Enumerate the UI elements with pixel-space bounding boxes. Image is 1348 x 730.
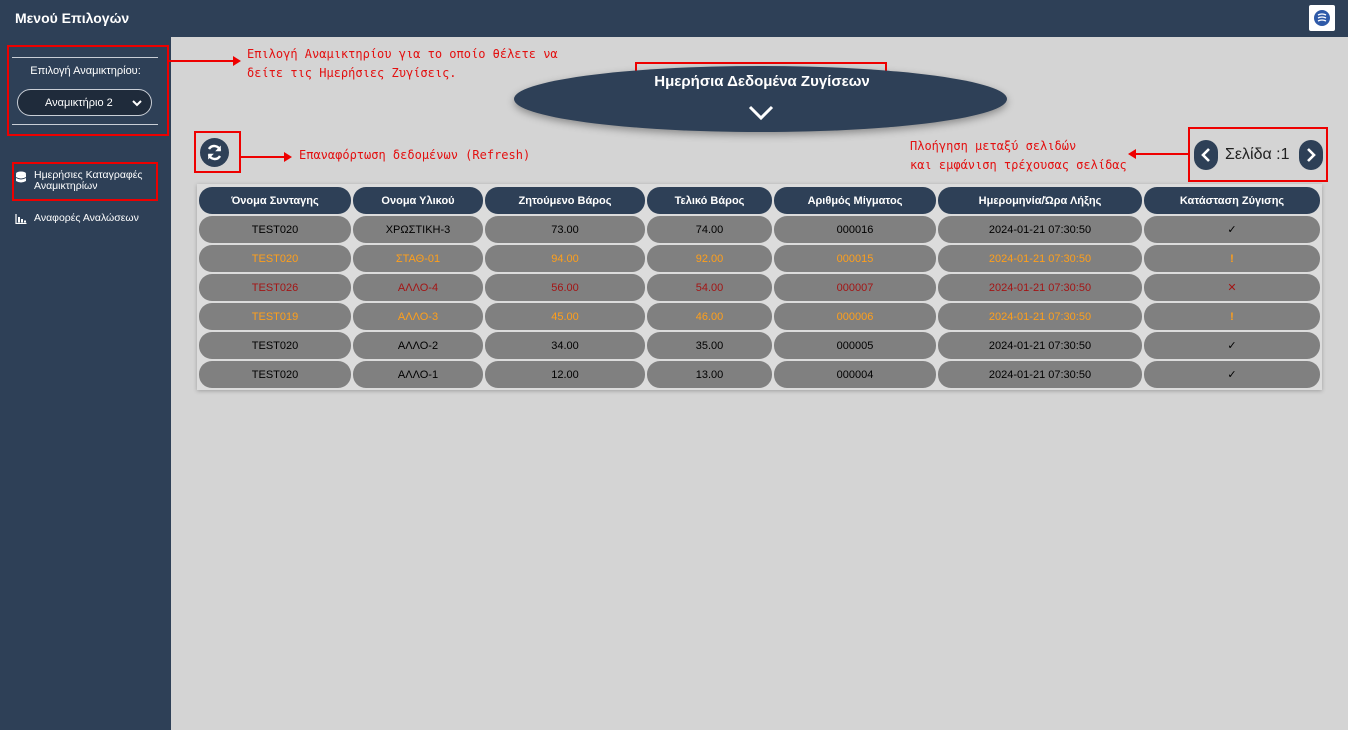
app-title: Μενού Επιλογών [15,10,130,26]
table-cell: ΑΛΛΟ-2 [353,332,483,359]
next-page-button[interactable] [1299,140,1323,170]
status-warning-icon: ! [1144,245,1320,272]
page-indicator: Σελίδα :1 [1225,146,1290,163]
status-ok-icon: ✓ [1144,361,1320,388]
annotation-paging-line2: και εμφάνιση τρέχουσας σελίδας [910,158,1127,172]
table-cell: 2024-01-21 07:30:50 [938,361,1142,388]
table-cell: 2024-01-21 07:30:50 [938,274,1142,301]
table-cell: 92.00 [647,245,772,272]
column-header-weighing-status: Κατάσταση Ζύγισης [1144,187,1320,214]
table-cell: 000005 [774,332,936,359]
status-error-icon: ✕ [1144,274,1320,301]
prev-page-button[interactable] [1194,140,1218,170]
table-cell: 2024-01-21 07:30:50 [938,245,1142,272]
table-cell: 74.00 [647,216,772,243]
table-cell: 000007 [774,274,936,301]
column-header-final-weight: Τελικό Βάρος [647,187,772,214]
table-cell: 000006 [774,303,936,330]
column-header-requested-weight: Ζητούμενο Βάρος [485,187,645,214]
annotation-arrow-right [169,56,241,66]
table-cell: 2024-01-21 07:30:50 [938,332,1142,359]
table-cell: 56.00 [485,274,645,301]
table-cell: ΑΛΛΟ-3 [353,303,483,330]
table-cell: 34.00 [485,332,645,359]
refresh-button[interactable] [200,138,229,167]
column-header-recipe-name: Όνομα Συνταγης [199,187,351,214]
table-cell: 000016 [774,216,936,243]
table-cell: 000004 [774,361,936,388]
table-cell: TEST020 [199,245,351,272]
table-cell: ΧΡΩΣΤΙΚΗ-3 [353,216,483,243]
table-cell: 45.00 [485,303,645,330]
table-cell: TEST020 [199,361,351,388]
annotation-arrow-left [1128,149,1188,159]
table-cell: 46.00 [647,303,772,330]
sidebar-item-consumption-reports[interactable]: Αναφορές Αναλώσεων [14,213,139,224]
top-bar: Μενού Επιλογών [0,0,1348,37]
table-cell: TEST020 [199,216,351,243]
annotation-select-line2: δείτε τις Ημερήσιες Ζυγίσεις. [247,66,457,80]
status-ok-icon: ✓ [1144,216,1320,243]
refresh-icon [207,144,222,161]
highlight-box-mixer-select [7,45,169,136]
sidebar: Επιλογή Αναμικτηρίου: Αναμικτήριο 2 Ημερ… [0,37,171,730]
table-cell: ΑΛΛΟ-1 [353,361,483,388]
table-cell: 000015 [774,245,936,272]
table-cell: ΣΤΑΘ-01 [353,245,483,272]
page-title: Ημερήσια Δεδομένα Ζυγίσεων [654,72,870,90]
table-cell: 35.00 [647,332,772,359]
column-header-end-datetime: Ημερομηνία/Ώρα Λήξης [938,187,1142,214]
chevron-down-icon[interactable] [748,104,774,122]
table-cell: 2024-01-21 07:30:50 [938,216,1142,243]
highlight-box-daily-records [12,162,158,201]
annotation-select-line1: Επιλογή Αναμικτηρίου για το οποίο θέλετε… [247,47,558,61]
table-cell: TEST019 [199,303,351,330]
table-cell: TEST020 [199,332,351,359]
bar-chart-icon [15,214,27,224]
chevron-right-icon [1307,148,1316,162]
table-cell: 94.00 [485,245,645,272]
table-cell: 13.00 [647,361,772,388]
table-cell: 2024-01-21 07:30:50 [938,303,1142,330]
annotation-arrow-right [241,152,292,162]
company-logo-icon [1309,5,1335,31]
sidebar-item-label: Αναφορές Αναλώσεων [34,212,139,224]
annotation-paging-line1: Πλοήγηση μεταξύ σελιδών [910,139,1077,153]
table-cell: TEST026 [199,274,351,301]
chevron-left-icon [1201,148,1210,162]
status-warning-icon: ! [1144,303,1320,330]
annotation-refresh: Επαναφόρτωση δεδομένων (Refresh) [299,148,531,162]
weighings-table: Όνομα Συνταγης Ονομα Υλικού Ζητούμενο Βάρο… [197,184,1322,390]
table-cell: 54.00 [647,274,772,301]
table-cell: 12.00 [485,361,645,388]
status-ok-icon: ✓ [1144,332,1320,359]
column-header-mix-number: Αριθμός Μίγματος [774,187,936,214]
table-cell: ΑΛΛΟ-4 [353,274,483,301]
table-cell: 73.00 [485,216,645,243]
column-header-material-name: Ονομα Υλικού [353,187,483,214]
